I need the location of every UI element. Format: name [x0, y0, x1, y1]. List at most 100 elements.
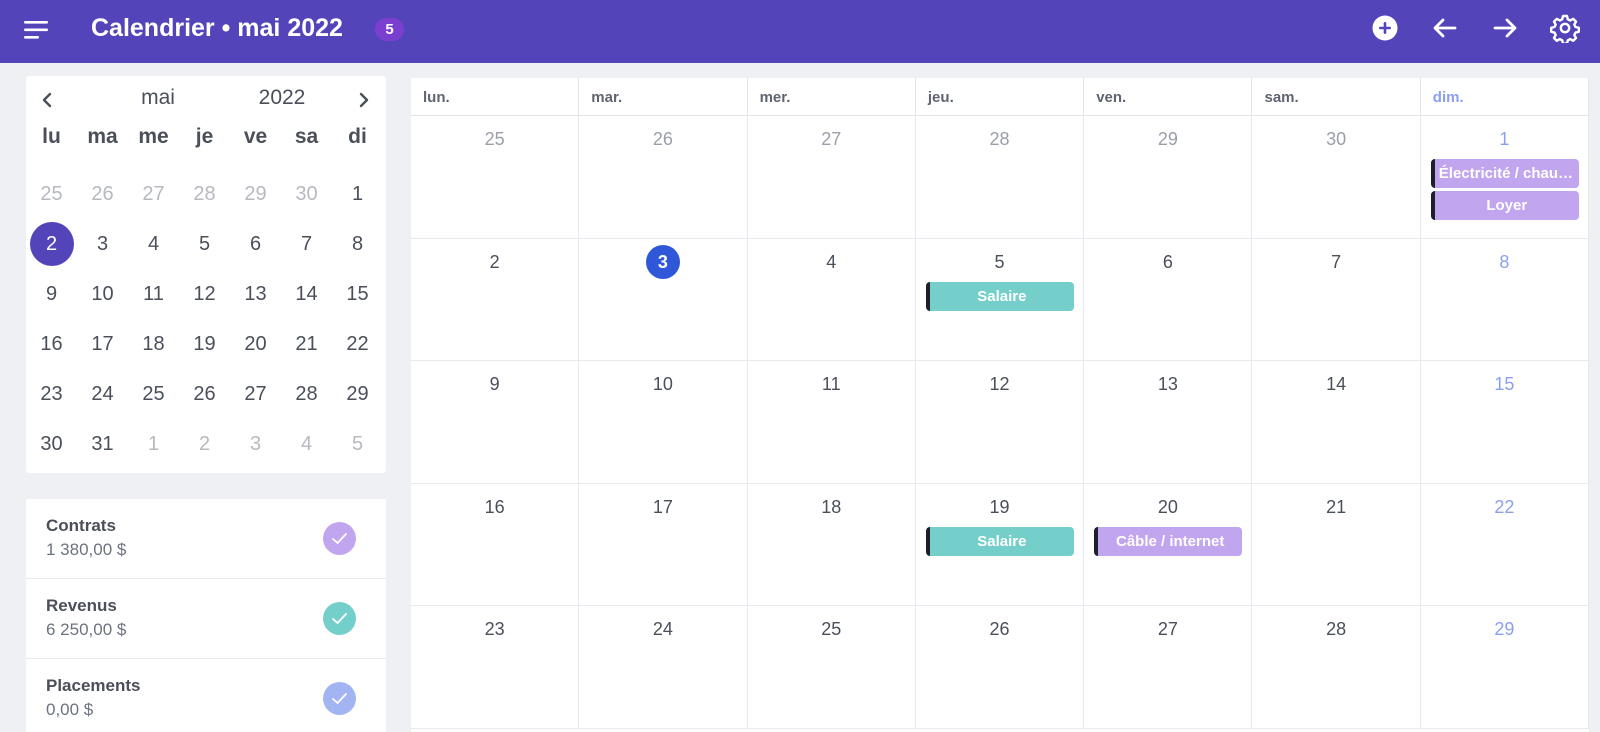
calendar-day-cell[interactable]: 10	[579, 361, 748, 484]
calendar-day-cell[interactable]: 25	[747, 606, 916, 729]
calendar-event[interactable]: Salaire	[925, 526, 1074, 556]
calendar-day-cell[interactable]: 22	[1420, 483, 1590, 606]
mini-calendar-day[interactable]: 30	[26, 419, 77, 469]
mini-calendar-day[interactable]: 17	[77, 319, 128, 369]
calendar-day-cell[interactable]: 4	[747, 238, 916, 361]
calendar-day-cell[interactable]: 13	[1084, 361, 1253, 484]
calendar-day-cell[interactable]: 27	[1084, 606, 1253, 729]
mini-calendar-day[interactable]: 20	[230, 319, 281, 369]
calendar-weekday: mer.	[748, 78, 916, 115]
add-circle-icon[interactable]	[1370, 13, 1400, 43]
mini-calendar-day[interactable]: 7	[281, 219, 332, 269]
mini-calendar-day[interactable]: 3	[230, 419, 281, 469]
mini-calendar-day[interactable]: 1	[332, 169, 383, 219]
mini-calendar-day[interactable]: 6	[230, 219, 281, 269]
summary-row[interactable]: Placements 0,00 $	[26, 659, 386, 732]
mini-calendar-day[interactable]: 9	[26, 269, 77, 319]
summary-row[interactable]: Contrats 1 380,00 $	[26, 499, 386, 579]
calendar-event[interactable]: Salaire	[925, 281, 1074, 311]
calendar-day-cell[interactable]: 15	[1420, 361, 1590, 484]
summary-toggle[interactable]	[323, 522, 356, 555]
calendar-day-cell[interactable]: 28	[1252, 606, 1421, 729]
arrow-left-icon[interactable]	[1430, 13, 1460, 43]
calendar-day-cell[interactable]: 29	[1084, 116, 1253, 239]
calendar-day-cell[interactable]: 7	[1252, 238, 1421, 361]
calendar-day-cell[interactable]: 21	[1252, 483, 1421, 606]
mini-calendar-day[interactable]: 23	[26, 369, 77, 419]
mini-calendar-day[interactable]: 4	[281, 419, 332, 469]
calendar-day-cell[interactable]: 14	[1252, 361, 1421, 484]
menu-icon[interactable]	[24, 18, 50, 42]
calendar-day-cell[interactable]: 26	[915, 606, 1085, 729]
calendar-day-cell[interactable]: 26	[579, 116, 748, 239]
mini-calendar-day[interactable]: 1	[128, 419, 179, 469]
mini-calendar-day[interactable]: 27	[230, 369, 281, 419]
mini-calendar-day-number: 21	[295, 332, 318, 355]
mini-calendar-day[interactable]: 18	[128, 319, 179, 369]
calendar-day-cell[interactable]: 30	[1252, 116, 1421, 239]
summary-row[interactable]: Revenus 6 250,00 $	[26, 579, 386, 659]
calendar-day-cell[interactable]: 18	[747, 483, 916, 606]
mini-calendar-day[interactable]: 19	[179, 319, 230, 369]
mini-calendar-day[interactable]: 28	[179, 169, 230, 219]
calendar-day-cell[interactable]: 28	[915, 116, 1085, 239]
calendar-day-cell[interactable]: 9	[411, 361, 580, 484]
mini-calendar-day[interactable]: 2	[26, 219, 77, 269]
mini-calendar-day[interactable]: 3	[77, 219, 128, 269]
mini-calendar-day[interactable]: 29	[230, 169, 281, 219]
calendar-day-cell[interactable]: 29	[1420, 606, 1590, 729]
previous-month-icon[interactable]	[37, 90, 57, 110]
calendar-day-cell[interactable]: 3	[579, 238, 748, 361]
summary-toggle[interactable]	[323, 682, 356, 715]
calendar-event[interactable]: Électricité / chauffage	[1430, 159, 1579, 188]
calendar-event[interactable]: Loyer	[1430, 191, 1579, 220]
calendar-day-cell[interactable]: 8	[1420, 238, 1590, 361]
calendar-event[interactable]: Câble / internet	[1094, 526, 1243, 556]
calendar-day-cell[interactable]: 23	[411, 606, 580, 729]
calendar-day-cell[interactable]: 17	[579, 483, 748, 606]
gear-icon[interactable]	[1550, 13, 1580, 43]
mini-calendar-day[interactable]: 25	[26, 169, 77, 219]
mini-calendar-day[interactable]: 24	[77, 369, 128, 419]
mini-calendar-day[interactable]: 22	[332, 319, 383, 369]
calendar-day-cell[interactable]: 1 Électricité / chauffage Loyer	[1420, 116, 1590, 239]
mini-calendar-day[interactable]: 21	[281, 319, 332, 369]
calendar-day-cell[interactable]: 16	[411, 483, 580, 606]
mini-calendar-day[interactable]: 26	[77, 169, 128, 219]
mini-calendar-day[interactable]: 28	[281, 369, 332, 419]
calendar-weekday: mar.	[579, 78, 748, 115]
calendar-day-cell[interactable]: 12	[915, 361, 1085, 484]
calendar-day-cell[interactable]: 11	[747, 361, 916, 484]
mini-calendar-day[interactable]: 5	[179, 219, 230, 269]
summary-toggle[interactable]	[323, 602, 356, 635]
arrow-right-icon[interactable]	[1490, 13, 1520, 43]
mini-calendar-year[interactable]: 2022	[248, 86, 316, 110]
calendar-day-cell[interactable]: 25	[411, 116, 580, 239]
mini-calendar-day[interactable]: 11	[128, 269, 179, 319]
calendar-day-cell[interactable]: 6	[1084, 238, 1253, 361]
mini-calendar-month[interactable]: mai	[116, 86, 200, 110]
calendar-day-cell[interactable]: 27	[747, 116, 916, 239]
mini-calendar-day[interactable]: 14	[281, 269, 332, 319]
mini-calendar-day[interactable]: 25	[128, 369, 179, 419]
calendar-day-cell[interactable]: 19 Salaire	[915, 483, 1085, 606]
mini-calendar-day[interactable]: 15	[332, 269, 383, 319]
mini-calendar-day[interactable]: 13	[230, 269, 281, 319]
mini-calendar-day[interactable]: 26	[179, 369, 230, 419]
mini-calendar-day[interactable]: 5	[332, 419, 383, 469]
calendar-day-cell[interactable]: 5 Salaire	[915, 238, 1085, 361]
mini-calendar-day[interactable]: 30	[281, 169, 332, 219]
calendar-day-cell[interactable]: 24	[579, 606, 748, 729]
mini-calendar-day[interactable]: 4	[128, 219, 179, 269]
mini-calendar-day[interactable]: 31	[77, 419, 128, 469]
mini-calendar-day[interactable]: 27	[128, 169, 179, 219]
calendar-day-cell[interactable]: 20 Câble / internet	[1084, 483, 1253, 606]
mini-calendar-day[interactable]: 16	[26, 319, 77, 369]
mini-calendar-day[interactable]: 8	[332, 219, 383, 269]
next-month-icon[interactable]	[354, 90, 374, 110]
mini-calendar-day[interactable]: 2	[179, 419, 230, 469]
mini-calendar-day[interactable]: 12	[179, 269, 230, 319]
mini-calendar-day[interactable]: 10	[77, 269, 128, 319]
calendar-day-cell[interactable]: 2	[411, 238, 580, 361]
mini-calendar-day[interactable]: 29	[332, 369, 383, 419]
